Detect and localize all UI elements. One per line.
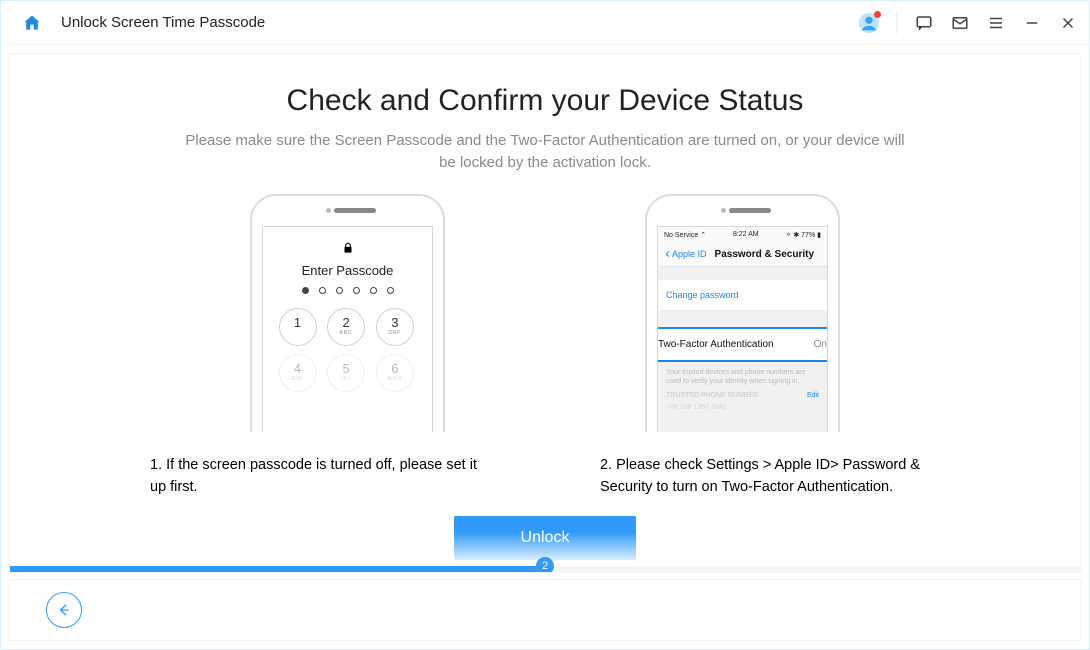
caption-right: 2. Please check Settings > Apple ID> Pas… xyxy=(600,454,940,499)
progress-step-badge: 2 xyxy=(536,557,554,573)
profile-icon[interactable] xyxy=(858,12,880,34)
tfa-fineprint: Your trusted devices and phone numbers a… xyxy=(658,362,827,388)
phone-passcode-illustration: Enter Passcode 1 2ABC 3DEF 4GHI 5JKL 6MN… xyxy=(250,194,445,432)
minimize-icon[interactable] xyxy=(1023,14,1041,32)
footer-bar xyxy=(9,579,1081,641)
top-bar: Unlock Screen Time Passcode xyxy=(1,1,1089,45)
heading: Check and Confirm your Device Status xyxy=(30,84,1060,118)
edit-link: Edit xyxy=(807,392,819,399)
chat-icon[interactable] xyxy=(915,14,933,32)
subheading: Please make sure the Screen Passcode and… xyxy=(185,130,905,174)
status-left: No Service ⌃ xyxy=(664,231,706,239)
trusted-phone-label: TRUSTED PHONE NUMBER xyxy=(666,392,758,399)
arrow-left-icon xyxy=(56,602,72,618)
status-time: 8:22 AM xyxy=(733,231,759,239)
notification-dot-icon xyxy=(874,11,881,18)
enter-passcode-label: Enter Passcode xyxy=(263,263,432,278)
phone-number: +86 188 1357 3341 xyxy=(658,403,827,414)
mail-icon[interactable] xyxy=(951,14,969,32)
home-icon[interactable] xyxy=(21,13,43,33)
chevron-left-icon xyxy=(664,249,672,259)
progress-bar: 2 xyxy=(10,566,1080,572)
unlock-button[interactable]: Unlock xyxy=(454,516,636,560)
phone-security-illustration: No Service ⌃ 8:22 AM ⚬ ✱ 77% ▮ Apple ID … xyxy=(645,194,840,432)
change-password-row: Change password xyxy=(658,279,827,311)
back-button[interactable] xyxy=(46,592,82,628)
main-card: Check and Confirm your Device Status Ple… xyxy=(9,53,1081,573)
back-apple-id: Apple ID xyxy=(664,249,707,259)
two-factor-row: Two-Factor Authentication On xyxy=(657,327,828,362)
nav-title: Password & Security xyxy=(715,249,814,260)
status-right: ⚬ ✱ 77% ▮ xyxy=(786,231,821,239)
caption-left: 1. If the screen passcode is turned off,… xyxy=(150,454,490,499)
lock-icon xyxy=(341,241,355,255)
page-title: Unlock Screen Time Passcode xyxy=(61,14,265,31)
menu-icon[interactable] xyxy=(987,14,1005,32)
passcode-dots xyxy=(263,287,432,294)
close-icon[interactable] xyxy=(1059,14,1077,32)
